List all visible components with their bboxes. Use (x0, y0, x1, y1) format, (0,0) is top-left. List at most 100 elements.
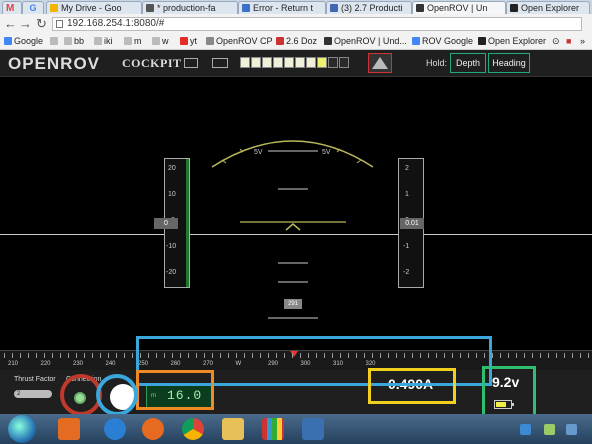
bookmark-bb[interactable]: bb (64, 36, 84, 47)
chrome-icon[interactable] (182, 418, 204, 440)
battery-segment (317, 57, 327, 68)
compass-tick (460, 353, 461, 358)
bookmark-w[interactable]: w (152, 36, 169, 47)
bookmark-26-doz[interactable]: 2.6 Doz (276, 36, 317, 47)
network-computer-icon[interactable] (302, 418, 324, 440)
compass-tick (556, 353, 557, 358)
compass-tick (364, 353, 365, 358)
compass-tick (260, 353, 261, 358)
battery-segment (295, 57, 305, 68)
start-button-icon[interactable] (8, 415, 36, 443)
tab-error[interactable]: Error - Return t (238, 1, 326, 14)
aircraft-symbol (285, 223, 301, 231)
cockpit-header: OPENROV COCKPIT Hold: Depth Heading (0, 50, 592, 77)
apps-grid-icon[interactable] (262, 418, 284, 440)
help-icon[interactable] (520, 424, 531, 435)
page-icon (64, 37, 72, 45)
compass-tick (412, 353, 413, 358)
compass-tick (492, 353, 493, 358)
bookmark-blank[interactable] (50, 36, 60, 47)
google-icon (4, 37, 12, 45)
compass-tick (228, 353, 229, 358)
tab-pinned-google[interactable]: G (22, 1, 44, 14)
compass-tick (516, 353, 517, 358)
tab-production[interactable]: * production-fa (142, 1, 238, 14)
tab-open-explorer[interactable]: Open Explorer (506, 1, 590, 14)
bookmark-open-explorer[interactable]: Open Explorer (478, 36, 546, 47)
drive-icon (50, 4, 58, 12)
compass-tick (588, 353, 589, 358)
roll-tick (356, 159, 362, 164)
compass-tick (180, 353, 181, 358)
lights-button[interactable] (368, 53, 392, 73)
tray-status-icon[interactable] (566, 424, 577, 435)
keyboard-icon[interactable] (184, 58, 198, 68)
battery-nub (512, 403, 514, 406)
open-explorer-icon (478, 37, 486, 45)
tab-openrov[interactable]: OpenROV | Un (412, 1, 506, 14)
red-bookmark-icon[interactable]: ■ (566, 36, 571, 47)
tab-production-2[interactable]: (3) 2.7 Producti (326, 1, 412, 14)
page-icon (152, 37, 160, 45)
compass-tick (36, 353, 37, 358)
github-icon[interactable]: ⊙ (552, 36, 560, 47)
compass-tick (188, 353, 189, 358)
compass-tick (548, 353, 549, 358)
reload-icon[interactable]: ↻ (36, 17, 47, 31)
bookmark-m[interactable]: m (124, 36, 142, 47)
bookmark-overflow-icon[interactable]: » (580, 36, 585, 47)
compass-tick (388, 353, 389, 358)
internet-explorer-icon[interactable] (104, 418, 126, 440)
compass-tick (68, 353, 69, 358)
battery-segment (240, 57, 250, 68)
white-circle-button[interactable] (110, 384, 136, 410)
compass-tick (148, 353, 149, 358)
hold-heading-button[interactable]: Heading (488, 53, 530, 73)
tab-my-drive[interactable]: My Drive - Goo (46, 1, 142, 14)
compass-tick (476, 353, 477, 358)
attitude-indicator (211, 140, 374, 319)
bookmark-google[interactable]: Google (4, 36, 43, 47)
tab-label: OpenROV | Un (427, 3, 488, 13)
firefox-icon[interactable] (142, 418, 164, 440)
bookmark-label: yt (190, 36, 198, 46)
bookmark-rov-google[interactable]: ROV Google (412, 36, 473, 47)
heading-readout: 291 (284, 299, 302, 309)
compass-tick (124, 353, 125, 358)
horizon-line (0, 234, 592, 235)
depth-readout: 0.01 (400, 218, 424, 229)
page-icon (56, 20, 63, 28)
compass-tick (236, 353, 237, 358)
video-camera-icon[interactable] (212, 58, 228, 68)
page-title: COCKPIT (122, 56, 182, 70)
compass-tick (220, 353, 221, 358)
bookmark-iki[interactable]: iki (94, 36, 113, 47)
compass-tick (252, 353, 253, 358)
thrust-factor-control[interactable]: 2 (14, 390, 52, 398)
hold-depth-button[interactable]: Depth (450, 53, 486, 73)
bookmark-openrov-cp[interactable]: OpenROV CP (206, 36, 273, 47)
open-explorer-icon (510, 4, 518, 12)
bookmark-yt[interactable]: yt (180, 36, 197, 47)
hash-icon (146, 4, 154, 12)
compass-tick (564, 353, 565, 358)
back-icon[interactable]: ← (4, 17, 17, 31)
forward-icon[interactable]: → (19, 17, 32, 31)
hold-label: Hold: (426, 58, 448, 68)
compass-tick (524, 353, 525, 358)
address-bar[interactable]: 192.168.254.1:8080/# (52, 17, 582, 31)
media-player-icon[interactable] (58, 418, 80, 440)
compass-tick (340, 353, 341, 358)
compass-tick (44, 353, 45, 358)
current-reading: 0.490A (388, 376, 434, 392)
bookmark-openrov-und[interactable]: OpenROV | Und... (324, 36, 407, 47)
compass-tick (76, 353, 77, 358)
compass-tick (292, 353, 293, 358)
tray-arrow-icon[interactable] (544, 424, 555, 435)
tab-gmail[interactable]: M (2, 1, 22, 14)
compass-tick (284, 353, 285, 358)
compass-strip: 210 220 230 240 250 260 270 W 290 300 310 320 (0, 350, 592, 371)
bookmark-label: 2.6 Doz (286, 36, 318, 46)
connection-indicator (74, 392, 86, 404)
file-explorer-icon[interactable] (222, 418, 244, 440)
